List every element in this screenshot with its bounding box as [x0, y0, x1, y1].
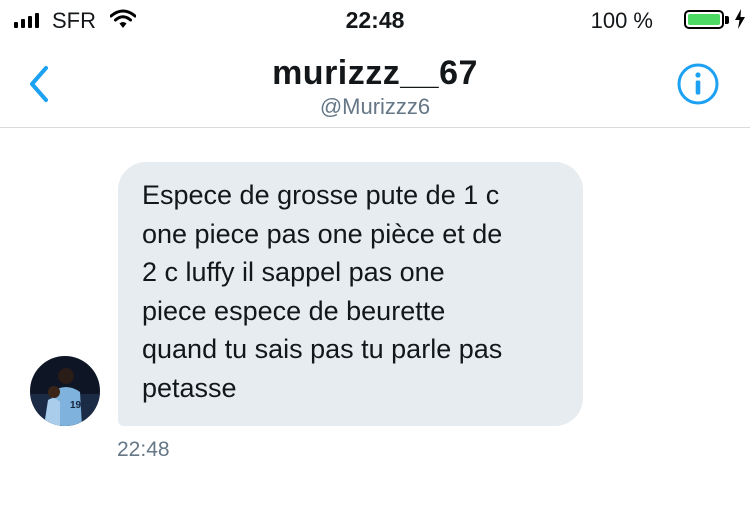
message-timestamp: 22:48	[117, 438, 170, 461]
message-bubble[interactable]: Espece de grosse pute de 1 c one piece p…	[118, 162, 583, 426]
conversation-handle: @Murizzz6	[319, 94, 431, 119]
charging-bolt-icon	[734, 9, 746, 34]
battery-percent: 100 %	[590, 8, 653, 33]
avatar[interactable]: 19	[30, 356, 100, 426]
battery-tip	[725, 16, 729, 24]
status-bar: SFR 22:48 100 %	[0, 0, 750, 40]
conversation-header: murizzz__67 @Murizzz6	[0, 40, 750, 128]
conversation-title: murizzz__67	[272, 54, 478, 92]
message-text: Espece de grosse pute de 1 c one piece p…	[142, 180, 503, 403]
battery-icon	[684, 10, 724, 29]
svg-text:19: 19	[70, 400, 82, 411]
info-icon[interactable]	[676, 62, 720, 106]
